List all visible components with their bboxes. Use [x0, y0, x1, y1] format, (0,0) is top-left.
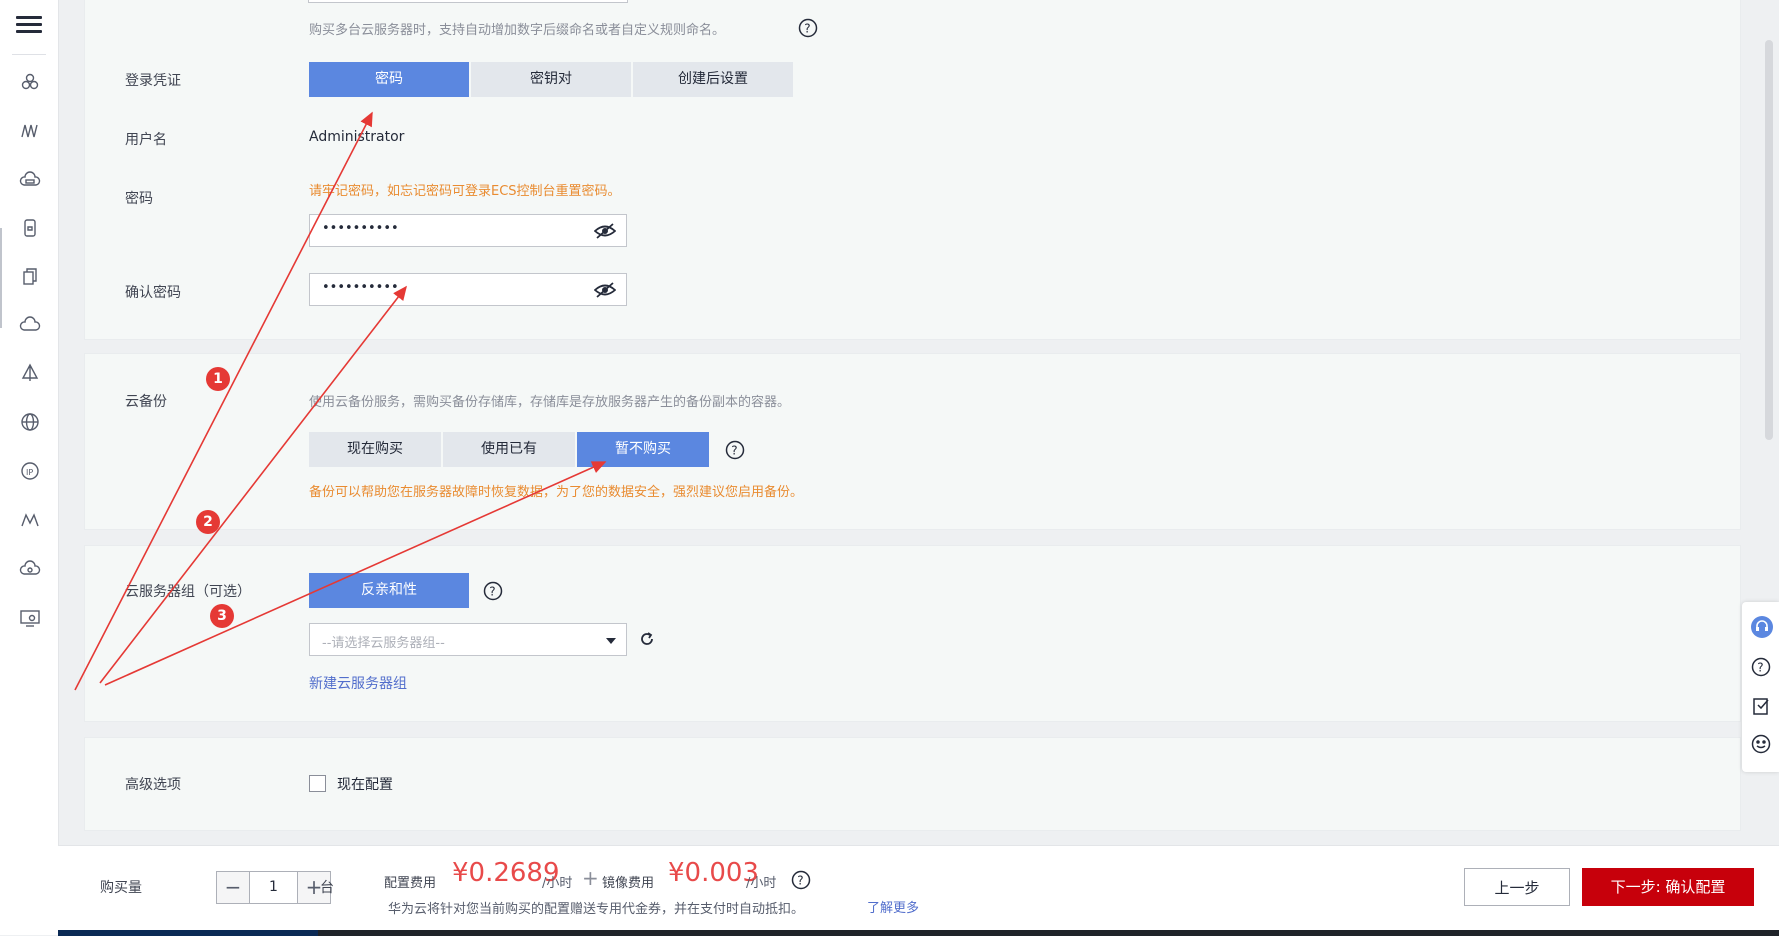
help-icon[interactable]: ? — [725, 440, 745, 460]
backup-label: 云备份 — [125, 394, 167, 410]
backup-hint: 使用云备份服务，需购买备份存储库，存储库是存放服务器产生的备份副本的容器。 — [309, 395, 791, 410]
cloud-eye-icon[interactable] — [19, 558, 41, 580]
new-server-group-link[interactable]: 新建云服务器组 — [309, 673, 407, 693]
server-group-select-placeholder: --请选择云服务器组-- — [322, 636, 445, 651]
confirm-password-input[interactable]: •••••••••• — [309, 273, 627, 306]
refresh-icon[interactable] — [638, 630, 656, 648]
left-sidebar: IP — [0, 0, 59, 935]
network-icon[interactable] — [19, 120, 41, 142]
svg-text:?: ? — [489, 585, 495, 599]
globe-icon[interactable] — [19, 411, 41, 433]
backup-section: 云备份 使用云备份服务，需购买备份存储库，存储库是存放服务器产生的备份副本的容器… — [84, 353, 1741, 530]
annotation-badge-1: 1 — [206, 367, 230, 391]
image-fee-unit: /小时 — [746, 876, 777, 891]
config-fee-unit: /小时 — [542, 876, 573, 891]
annotation-badge-2: 2 — [196, 510, 220, 534]
password-warning: 请牢记密码，如忘记密码可登录ECS控制台重置密码。 — [309, 184, 621, 199]
purchase-footer: 购买量 − 1 + 台 配置费用 ¥0.2689 /小时 + 镜像费用 ¥0.0… — [58, 845, 1779, 936]
backup-option-not-now[interactable]: 暂不购买 — [577, 432, 709, 467]
confirm-password-value: •••••••••• — [322, 280, 399, 295]
help-icon[interactable]: ? — [483, 581, 503, 601]
cloud-icon[interactable] — [19, 314, 41, 336]
scrollbar[interactable] — [1765, 40, 1773, 440]
next-step-button[interactable]: 下一步: 确认配置 — [1582, 868, 1754, 906]
backup-selector: 现在购买 使用已有 暂不购买 — [309, 432, 711, 467]
learn-more-link[interactable]: 了解更多 — [867, 897, 919, 916]
taskbar-strip — [58, 930, 1779, 936]
username-value: Administrator — [309, 129, 405, 145]
floating-toolbar: ? — [1742, 602, 1779, 772]
quantity-unit: 台 — [320, 880, 334, 896]
feedback-edit-icon[interactable] — [1751, 696, 1771, 716]
anti-affinity-option[interactable]: 反亲和性 — [309, 573, 469, 608]
confirm-password-label: 确认密码 — [125, 285, 181, 301]
server-icon[interactable] — [19, 217, 41, 239]
server-group-select[interactable]: --请选择云服务器组-- — [309, 623, 627, 656]
ip-icon[interactable]: IP — [19, 460, 41, 482]
server-name-input-edge[interactable] — [308, 0, 628, 3]
quantity-input[interactable]: 1 — [249, 872, 298, 903]
login-option-password[interactable]: 密码 — [309, 62, 469, 97]
password-label: 密码 — [125, 191, 153, 207]
svg-text:?: ? — [804, 22, 810, 36]
help-icon[interactable]: ? — [791, 870, 811, 890]
login-option-later[interactable]: 创建后设置 — [633, 62, 793, 97]
svg-text:IP: IP — [26, 468, 33, 477]
cloud-storage-icon[interactable] — [19, 169, 41, 191]
config-fee-label: 配置费用 — [384, 876, 437, 891]
quantity-stepper: − 1 + — [216, 871, 331, 904]
chevron-down-icon — [606, 638, 616, 644]
image-fee-label: 镜像费用 — [602, 876, 655, 891]
smiley-icon[interactable] — [1751, 734, 1771, 754]
advanced-section: 高级选项 现在配置 — [84, 737, 1741, 831]
copy-icon[interactable] — [19, 266, 41, 288]
backup-option-use-existing[interactable]: 使用已有 — [443, 432, 575, 467]
cube-cluster-icon[interactable] — [19, 71, 41, 93]
server-group-section: 云服务器组（可选） 反亲和性 ? --请选择云服务器组-- 新建云服务器组 — [84, 545, 1741, 722]
monitor-icon[interactable] — [19, 607, 41, 629]
sidebar-divider — [12, 54, 46, 55]
quantity-label: 购买量 — [100, 880, 142, 896]
advanced-checkbox-label: 现在配置 — [337, 777, 393, 793]
mountain-icon[interactable] — [19, 509, 41, 531]
login-credential-selector: 密码 密钥对 创建后设置 — [309, 62, 795, 97]
backup-option-buy-now[interactable]: 现在购买 — [309, 432, 441, 467]
sidebar-active-indicator — [0, 228, 2, 328]
headset-icon[interactable] — [1751, 616, 1773, 638]
password-value: •••••••••• — [322, 221, 399, 236]
server-group-policy-selector: 反亲和性 — [309, 573, 471, 608]
svg-text:?: ? — [797, 874, 803, 888]
triangle-icon[interactable] — [19, 362, 41, 384]
password-input[interactable]: •••••••••• — [309, 214, 627, 247]
server-naming-hint: 购买多台云服务器时，支持自动增加数字后缀命名或者自定义规则命名。 — [309, 23, 726, 38]
login-section: 购买多台云服务器时，支持自动增加数字后缀命名或者自定义规则命名。 ? 登录凭证 … — [84, 0, 1741, 340]
username-label: 用户名 — [125, 132, 167, 148]
svg-text:?: ? — [1757, 661, 1763, 675]
advanced-label: 高级选项 — [125, 777, 181, 793]
hide-password-icon[interactable] — [594, 281, 616, 299]
menu-icon[interactable] — [16, 12, 42, 36]
hide-password-icon[interactable] — [594, 222, 616, 240]
backup-warning: 备份可以帮助您在服务器故障时恢复数据，为了您的数据安全，强烈建议您启用备份。 — [309, 485, 804, 500]
advanced-configure-checkbox[interactable] — [309, 775, 326, 792]
prev-step-button[interactable]: 上一步 — [1464, 868, 1570, 906]
annotation-badge-3: 3 — [210, 604, 234, 628]
voucher-note: 华为云将针对您当前购买的配置赠送专用代金券，并在支付时自动抵扣。 — [388, 902, 805, 917]
help-icon[interactable]: ? — [1751, 657, 1771, 677]
decrement-button[interactable]: − — [217, 872, 249, 903]
help-icon[interactable]: ? — [798, 18, 818, 38]
login-option-keypair[interactable]: 密钥对 — [471, 62, 631, 97]
plus-sign: + — [582, 866, 599, 890]
login-credential-label: 登录凭证 — [125, 73, 181, 89]
svg-text:?: ? — [731, 444, 737, 458]
server-group-label: 云服务器组（可选） — [125, 584, 251, 600]
